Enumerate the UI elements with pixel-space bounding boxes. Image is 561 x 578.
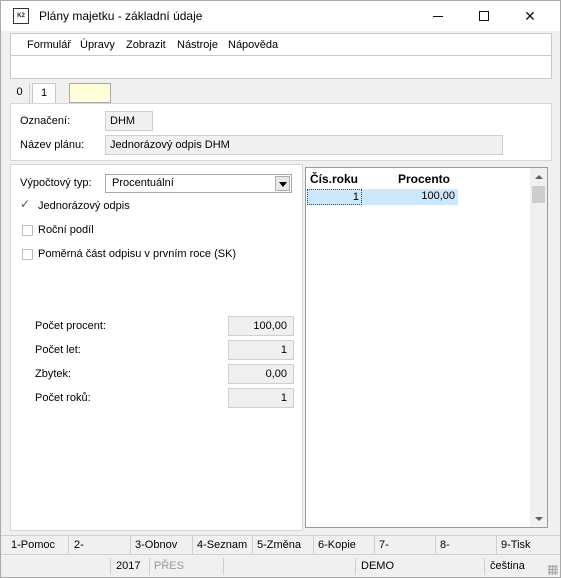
table-row[interactable]: 1 100,00 [307,189,458,205]
pocet-procent-field[interactable]: 100,00 [228,316,294,336]
close-button[interactable]: ✕ [507,1,553,31]
menu-formular[interactable]: Formulář [27,39,71,51]
app-window: K2 Plány majetku - základní údaje ✕ Form… [0,0,561,578]
settings-panel: Výpočtový typ: Procentuální ✓ Jednorázov… [10,164,303,531]
function-key-bar: 1-Pomoc 2- 3-Obnov 4-Seznam 5-Změna 6-Ko… [1,535,560,555]
status-year: 2017 [112,558,150,575]
toolbar [10,55,552,79]
nazev-field[interactable]: Jednorázový odpis DHM [105,135,503,155]
fkey-1[interactable]: 1-Pomoc [7,536,69,555]
scroll-up-icon [534,174,543,179]
pocet-let-field[interactable]: 1 [228,340,294,360]
zbytek-label: Zbytek: [35,368,72,380]
fkey-5[interactable]: 5-Změna [253,536,314,555]
pocet-procent-label: Počet procent: [35,320,106,332]
tab-1[interactable]: 1 [32,83,56,104]
pocet-roku-label: Počet roků: [35,392,91,404]
fkey-4[interactable]: 4-Seznam [193,536,253,555]
jednorazovy-label[interactable]: Jednorázový odpis [38,200,130,212]
menu-nastroje[interactable]: Nástroje [177,39,218,51]
status-database: DEMO [357,558,485,575]
maximize-icon [479,11,489,21]
fkey-9[interactable]: 9-Tisk [497,536,559,555]
pocet-let-label: Počet let: [35,344,81,356]
scroll-down-button[interactable] [530,510,547,527]
fkey-6[interactable]: 6-Kopie [314,536,375,555]
scroll-down-icon [534,516,543,521]
fkey-3[interactable]: 3-Obnov [131,536,193,555]
resize-grip-icon[interactable] [548,565,558,575]
grid-cell-year[interactable]: 1 [307,189,362,205]
close-icon: ✕ [524,7,536,24]
menu-bar: Formulář Úpravy Zobrazit Nástroje Nápově… [10,33,552,55]
menu-upravy[interactable]: Úpravy [80,39,115,51]
status-language: čeština [490,560,525,572]
app-icon: K2 [13,8,29,24]
chevron-down-icon[interactable] [275,176,290,191]
fkey-2[interactable]: 2- [70,536,131,555]
vypoctovy-typ-value: Procentuální [112,177,174,189]
header-panel: Označení: DHM Název plánu: Jednorázový o… [10,103,552,161]
status-bar: 2017 PŘES DEMO čeština [1,554,560,577]
grid-cell-percent[interactable]: 100,00 [362,189,458,205]
percent-grid[interactable]: Čís.roku Procento 1 100,00 [305,167,548,528]
title-bar: K2 Plány majetku - základní údaje ✕ [1,1,560,31]
oznaceni-label: Označení: [20,115,71,127]
tab-filter-field[interactable] [69,83,111,103]
fkey-8[interactable]: 8- [436,536,497,555]
minimize-button[interactable] [415,1,461,31]
rocni-podil-checkbox[interactable] [22,225,33,236]
scroll-up-button[interactable] [530,168,547,185]
zbytek-field[interactable]: 0,00 [228,364,294,384]
grid-header-year[interactable]: Čís.roku [310,172,358,186]
oznaceni-field[interactable]: DHM [105,111,153,131]
jednorazovy-checkbox[interactable]: ✓ [20,197,32,212]
checkmark-icon: ✓ [20,197,31,211]
grid-header-percent[interactable]: Procento [398,172,450,186]
menu-zobrazit[interactable]: Zobrazit [126,39,166,51]
rocni-podil-label[interactable]: Roční podíl [38,224,94,236]
menu-napoveda[interactable]: Nápověda [228,39,278,51]
vypoctovy-typ-select[interactable]: Procentuální [105,174,292,193]
tab-0[interactable]: 0 [10,83,30,103]
grid-scrollbar[interactable] [530,168,547,527]
vypoctovy-typ-label: Výpočtový typ: [20,177,92,189]
nazev-label: Název plánu: [20,139,85,151]
status-cell-empty [1,558,111,575]
minimize-icon [433,15,443,17]
pomerna-cast-checkbox[interactable] [22,249,33,260]
pocet-roku-field[interactable]: 1 [228,388,294,408]
scroll-thumb[interactable] [532,186,545,203]
window-title: Plány majetku - základní údaje [39,9,203,23]
status-cell-empty-2 [224,558,356,575]
maximize-button[interactable] [461,1,507,31]
fkey-7[interactable]: 7- [375,536,436,555]
pomerna-cast-label[interactable]: Poměrná část odpisu v prvním roce (SK) [38,248,236,260]
status-mode: PŘES [150,558,224,575]
